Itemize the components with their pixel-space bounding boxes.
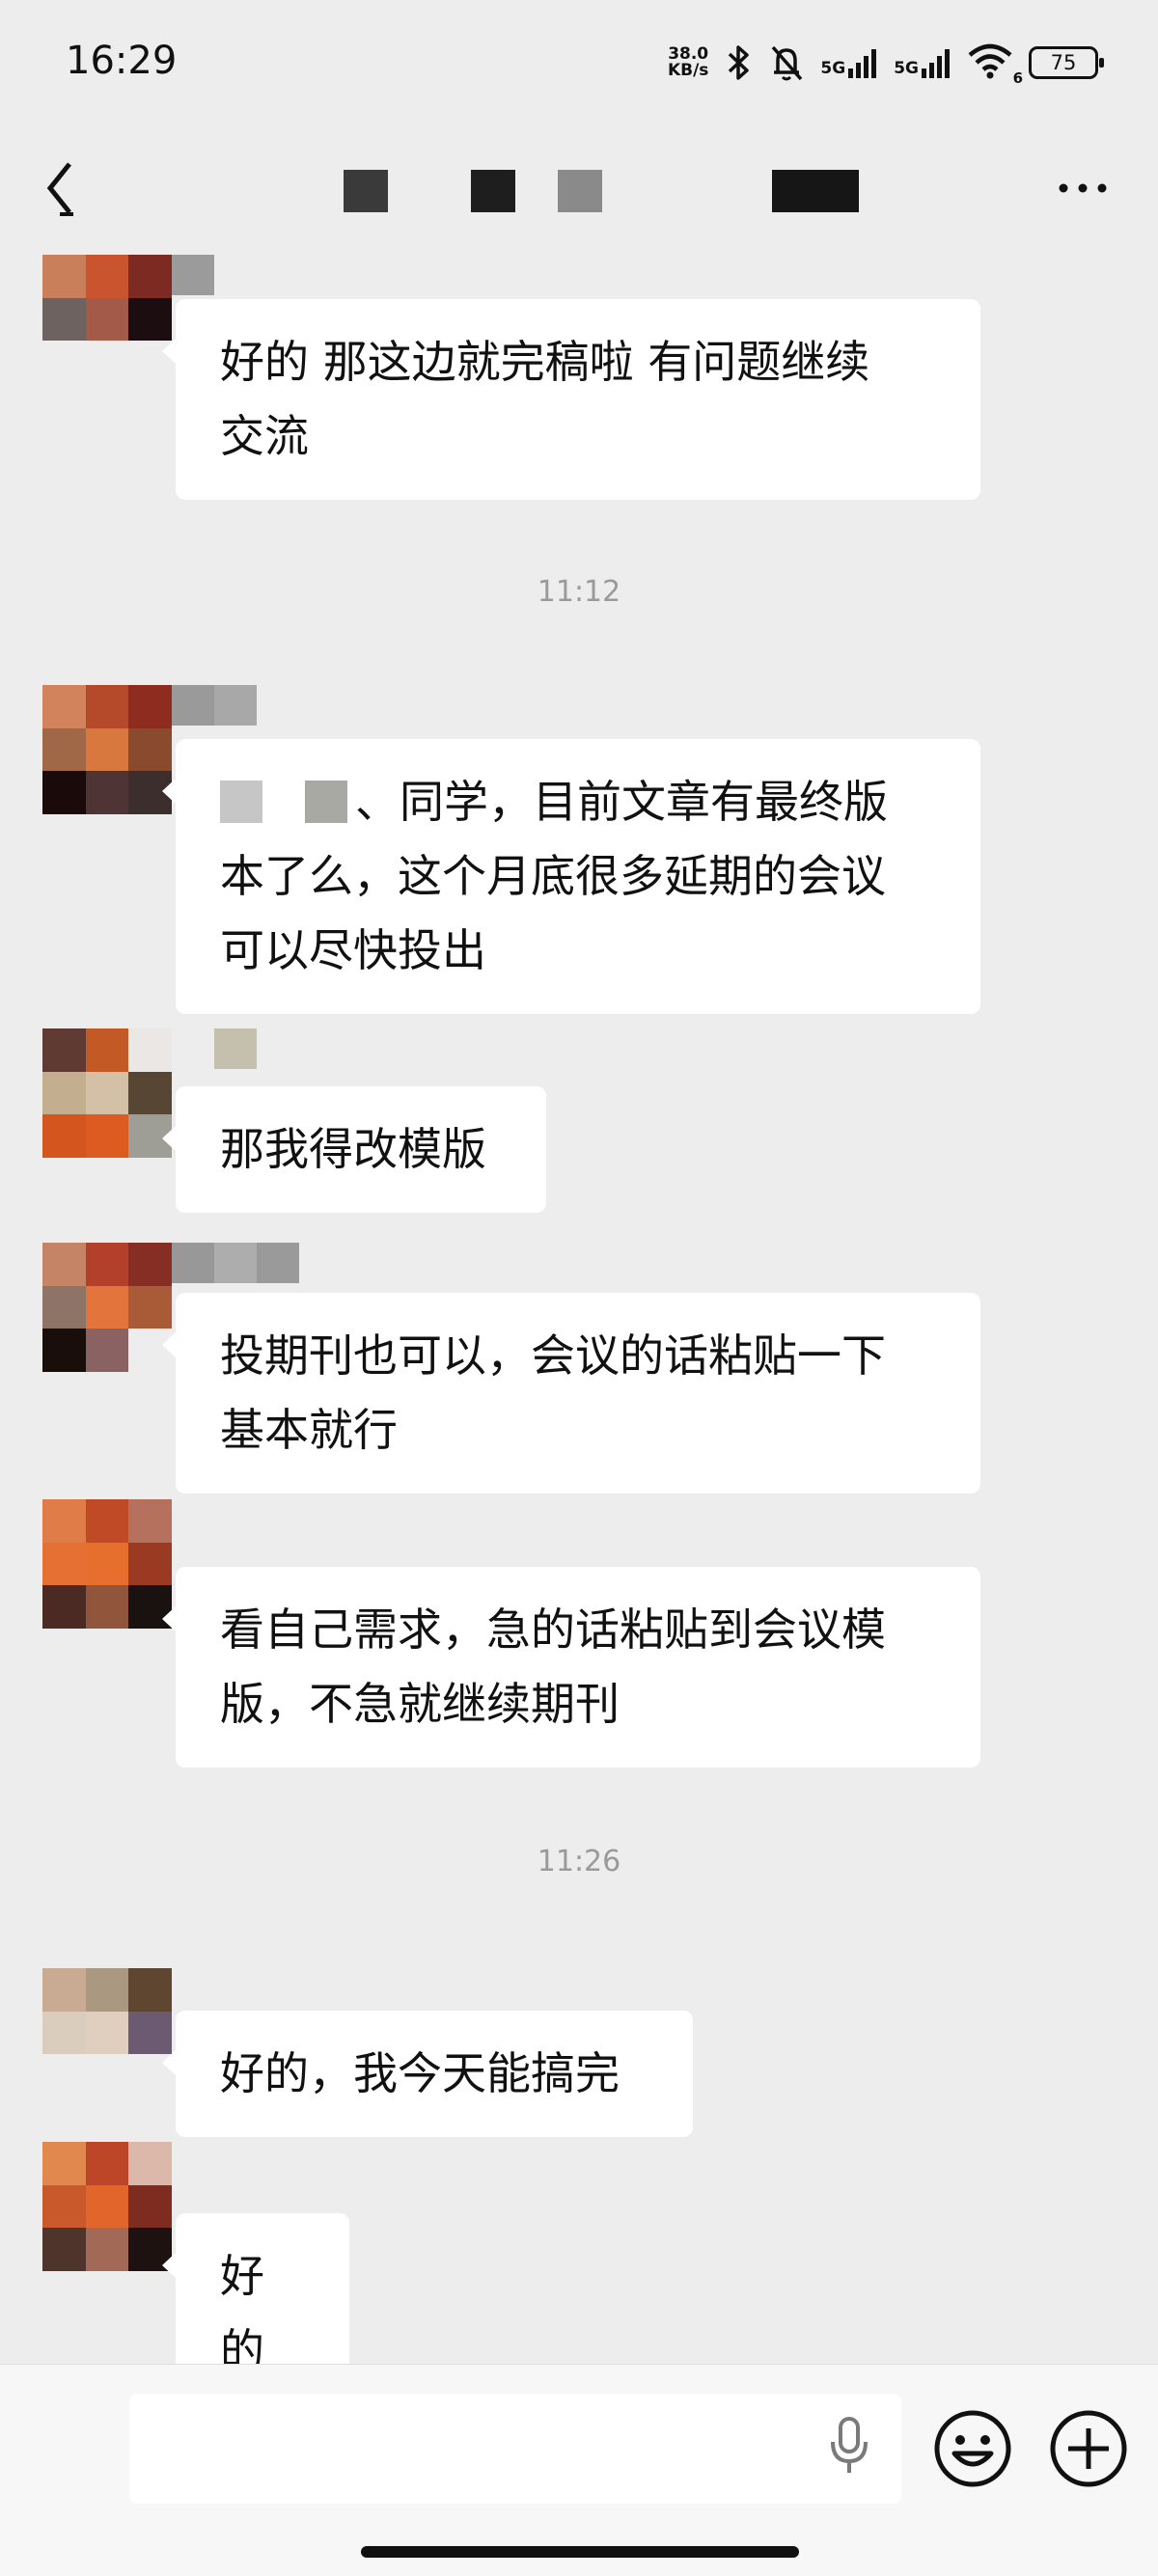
home-indicator[interactable] xyxy=(361,2546,799,2558)
plus-circle-icon xyxy=(1050,2410,1127,2487)
sender-name-redacted xyxy=(172,685,257,726)
message-bubble[interactable]: 好的，我今天能搞完 xyxy=(162,2011,693,2137)
time-separator: 11:12 xyxy=(537,575,621,609)
message-row: 投期刊也可以，会议的话粘贴一下 基本就行 xyxy=(0,1243,1158,1494)
time-separator: 11:26 xyxy=(537,1845,621,1878)
message-input[interactable] xyxy=(129,2394,901,2504)
microphone-icon[interactable] xyxy=(825,2413,873,2480)
wifi-icon: 6 xyxy=(967,42,1023,87)
network-speed: 38.0 KB/s xyxy=(667,44,709,80)
message-row: 、同学，目前文章有最终版 本了么，这个月底很多延期的会议 可以尽快投出 xyxy=(0,685,1158,1014)
sender-name-redacted xyxy=(172,1243,299,1283)
signal-icon-2: 5G xyxy=(894,47,951,78)
avatar[interactable] xyxy=(42,1243,172,1372)
mention-redacted xyxy=(220,781,262,823)
more-icon xyxy=(1059,183,1107,193)
avatar[interactable] xyxy=(42,1968,172,2097)
message-bubble[interactable]: 投期刊也可以，会议的话粘贴一下 基本就行 xyxy=(162,1293,980,1494)
avatar[interactable] xyxy=(42,255,172,384)
sender-name-redacted xyxy=(214,1028,257,1069)
emoji-button[interactable] xyxy=(931,2407,1014,2490)
message-row: 看自己需求，急的话粘贴到会议模 版，不急就继续期刊 xyxy=(0,1499,1158,1768)
more-button[interactable] xyxy=(1054,159,1112,217)
avatar[interactable] xyxy=(42,1499,172,1629)
message-bubble[interactable]: 那我得改模版 xyxy=(162,1086,546,1213)
message-row: 那我得改模版 xyxy=(0,1028,1158,1213)
smiley-icon xyxy=(934,2410,1011,2487)
sender-name-redacted xyxy=(172,255,214,295)
status-icons: 38.0 KB/s 5G 5G 6 75 xyxy=(667,42,1104,87)
signal-icon: 5G xyxy=(820,47,878,78)
battery-icon: 75 xyxy=(1029,46,1104,79)
message-bubble[interactable]: 、同学，目前文章有最终版 本了么，这个月底很多延期的会议 可以尽快投出 xyxy=(162,739,980,1014)
nav-bar xyxy=(0,135,1158,241)
input-bar xyxy=(0,2364,1158,2576)
chat-title-redacted xyxy=(0,135,1158,241)
message-bubble[interactable]: 看自己需求，急的话粘贴到会议模 版，不急就继续期刊 xyxy=(162,1567,980,1768)
message-row: 好的 那这边就完稿啦 有问题继续 交流 xyxy=(0,255,1158,500)
status-bar: 16:29 38.0 KB/s 5G 5G 6 75 xyxy=(0,0,1158,125)
plus-button[interactable] xyxy=(1047,2407,1130,2490)
message-bubble[interactable]: 好的 那这边就完稿啦 有问题继续 交流 xyxy=(162,299,980,500)
bell-muted-icon xyxy=(772,45,803,81)
avatar[interactable] xyxy=(42,685,172,814)
message-row: 好的 xyxy=(0,2142,1158,2414)
avatar[interactable] xyxy=(42,2142,172,2271)
message-row: 好的，我今天能搞完 xyxy=(0,1968,1158,2142)
bluetooth-icon xyxy=(729,45,750,80)
status-time: 16:29 xyxy=(66,39,178,83)
avatar[interactable] xyxy=(42,1028,172,1158)
mention-redacted xyxy=(305,781,347,823)
